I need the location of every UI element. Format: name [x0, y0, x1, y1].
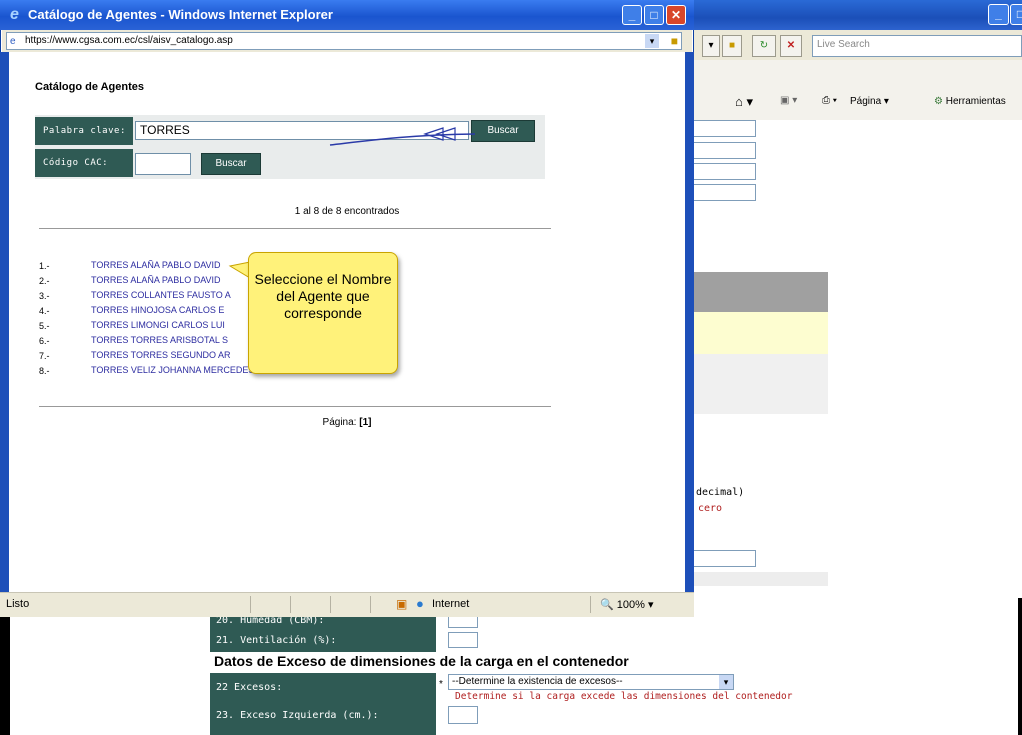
decimal-text: decimal): [696, 487, 745, 498]
background-minimize-button[interactable]: _: [988, 4, 1009, 25]
izquierda-label: 23. Exceso Izquierda (cm.):: [216, 710, 379, 721]
result-agent-link[interactable]: TORRES HINOJOSA CARLOS E: [91, 305, 224, 315]
background-page: decimal) cero: [690, 120, 1022, 600]
result-number: 2.-: [39, 276, 50, 286]
bg-field-4[interactable]: [690, 184, 756, 201]
status-separator: [330, 596, 331, 613]
result-agent-link[interactable]: TORRES TORRES ARISBOTAL S: [91, 335, 228, 345]
maximize-button[interactable]: □: [644, 5, 664, 25]
right-frame-line: [1018, 598, 1022, 735]
status-text: Listo: [6, 598, 30, 610]
lock-icon[interactable]: ■: [722, 35, 742, 57]
bg-field-3[interactable]: [690, 163, 756, 180]
background-address-bar: ▾ ■ ↻ ✕ Live Search: [690, 30, 1022, 61]
result-agent-link[interactable]: TORRES COLLANTES FAUSTO A: [91, 290, 231, 300]
zone-text: Internet: [432, 598, 470, 610]
live-search-input[interactable]: Live Search: [812, 35, 1022, 57]
pagina-menu-label: Página: [850, 96, 882, 107]
popup-left-frame: [0, 52, 9, 592]
popup-title-bar[interactable]: e Catálogo de Agentes - Windows Internet…: [0, 0, 694, 30]
url-text: https://www.cgsa.com.ec/csl/aisv_catalog…: [25, 35, 233, 46]
lock-icon[interactable]: ■: [671, 33, 678, 49]
instruction-callout: Seleccione el Nombre del Agente que corr…: [248, 252, 398, 374]
background-title-bar: _ □: [690, 0, 1022, 30]
chevron-down-icon[interactable]: ▾: [645, 34, 659, 48]
required-mark: *: [439, 679, 443, 690]
results-count: 1 al 8 de 8 encontrados: [294, 206, 400, 217]
background-maximize-button[interactable]: □: [1010, 4, 1022, 25]
minimize-button[interactable]: _: [622, 5, 642, 25]
url-field[interactable]: e https://www.cgsa.com.ec/csl/aisv_catal…: [6, 32, 682, 50]
background-form-bottom: 20. Humedad (CBM): 21. Ventilación (%): …: [0, 598, 1022, 735]
stop-icon[interactable]: ✕: [780, 35, 802, 57]
catalog-heading: Catálogo de Agentes: [35, 81, 144, 93]
light-strip: [690, 354, 828, 414]
excesos-select-value: --Determine la existencia de excesos--: [452, 676, 623, 687]
excesos-label: 22 Excesos:: [216, 682, 283, 693]
divider-bottom: [39, 406, 551, 407]
page-icon: e: [10, 36, 16, 47]
cac-code-label: Código CAC:: [35, 149, 133, 177]
ie-logo-icon: e: [10, 6, 19, 23]
izquierda-input[interactable]: [448, 706, 478, 724]
light-strip-2: [690, 572, 828, 586]
close-button[interactable]: ✕: [666, 5, 686, 25]
globe-icon: ●: [416, 596, 424, 611]
protected-mode-icon[interactable]: ▣: [396, 597, 407, 611]
result-number: 5.-: [39, 321, 50, 331]
zoom-level[interactable]: 🔍 100% ▾: [600, 598, 653, 611]
feeds-icon[interactable]: ▣ ▾: [780, 95, 797, 106]
popup-status-bar: Listo ▣ ● Internet 🔍 100% ▾: [0, 592, 694, 617]
result-number: 7.-: [39, 351, 50, 361]
keyword-label: Palabra clave:: [35, 117, 133, 145]
cac-search-button[interactable]: Buscar: [201, 153, 261, 175]
result-number: 3.-: [39, 291, 50, 301]
result-agent-link[interactable]: TORRES ALAÑA PABLO DAVID: [91, 275, 221, 285]
status-separator: [250, 596, 251, 613]
result-number: 1.-: [39, 261, 50, 271]
result-agent-link[interactable]: TORRES TORRES SEGUNDO AR: [91, 350, 231, 360]
ventilacion-label: 21. Ventilación (%):: [216, 635, 337, 646]
result-number: 4.-: [39, 306, 50, 316]
search-panel: Palabra clave: TORRES Buscar Código CAC:…: [35, 115, 545, 179]
ventilacion-input[interactable]: [448, 632, 478, 648]
chevron-down-icon[interactable]: ▾: [719, 675, 733, 689]
bg-field-1[interactable]: [690, 120, 756, 137]
section-title: Datos de Exceso de dimensiones de la car…: [214, 653, 629, 669]
popup-address-bar: e https://www.cgsa.com.ec/csl/aisv_catal…: [2, 30, 692, 53]
cac-code-input[interactable]: [135, 153, 191, 175]
cero-text: cero: [698, 503, 723, 514]
zoom-text: 100%: [616, 599, 645, 611]
status-separator: [290, 596, 291, 613]
background-command-bar: ⌂ ▾ ▣ ▾ ⎙ ▾ Página ▾ ⚙ Herramientas: [690, 60, 1022, 121]
result-number: 8.-: [39, 366, 50, 376]
dropdown-arrow-icon[interactable]: ▾: [702, 35, 720, 57]
bg-field-2[interactable]: [690, 142, 756, 159]
result-agent-link[interactable]: TORRES VELIZ JOHANNA MERCEDES: [91, 365, 254, 375]
refresh-icon[interactable]: ↻: [752, 35, 776, 57]
home-icon[interactable]: ⌂ ▾: [735, 94, 753, 110]
result-agent-link[interactable]: TORRES ALAÑA PABLO DAVID: [91, 260, 221, 270]
page-number-link[interactable]: [1]: [359, 417, 371, 428]
yellow-strip: [690, 312, 828, 354]
pagina-menu[interactable]: Página ▾: [850, 96, 889, 107]
result-number: 6.-: [39, 336, 50, 346]
popup-right-frame: [685, 52, 694, 592]
divider-top: [39, 228, 551, 229]
print-icon[interactable]: ⎙ ▾: [822, 95, 837, 106]
bg-field-5[interactable]: [690, 550, 756, 567]
status-separator: [590, 596, 591, 613]
page-label: Página:: [322, 417, 357, 428]
herramientas-menu[interactable]: ⚙ Herramientas: [934, 96, 1006, 107]
annotation-arrow-icon: [329, 127, 476, 146]
gear-icon: ⚙: [934, 96, 943, 107]
gray-header-strip: [690, 272, 828, 312]
popup-window-title: Catálogo de Agentes - Windows Internet E…: [28, 7, 333, 22]
herramientas-menu-label: Herramientas: [945, 96, 1006, 107]
excesos-select[interactable]: --Determine la existencia de excesos-- ▾: [448, 674, 734, 690]
status-separator: [370, 596, 371, 613]
pagination: Página: [1]: [9, 417, 685, 428]
result-agent-link[interactable]: TORRES LIMONGI CARLOS LUI: [91, 320, 225, 330]
excesos-help-text: Determine si la carga excede las dimensi…: [455, 691, 793, 702]
